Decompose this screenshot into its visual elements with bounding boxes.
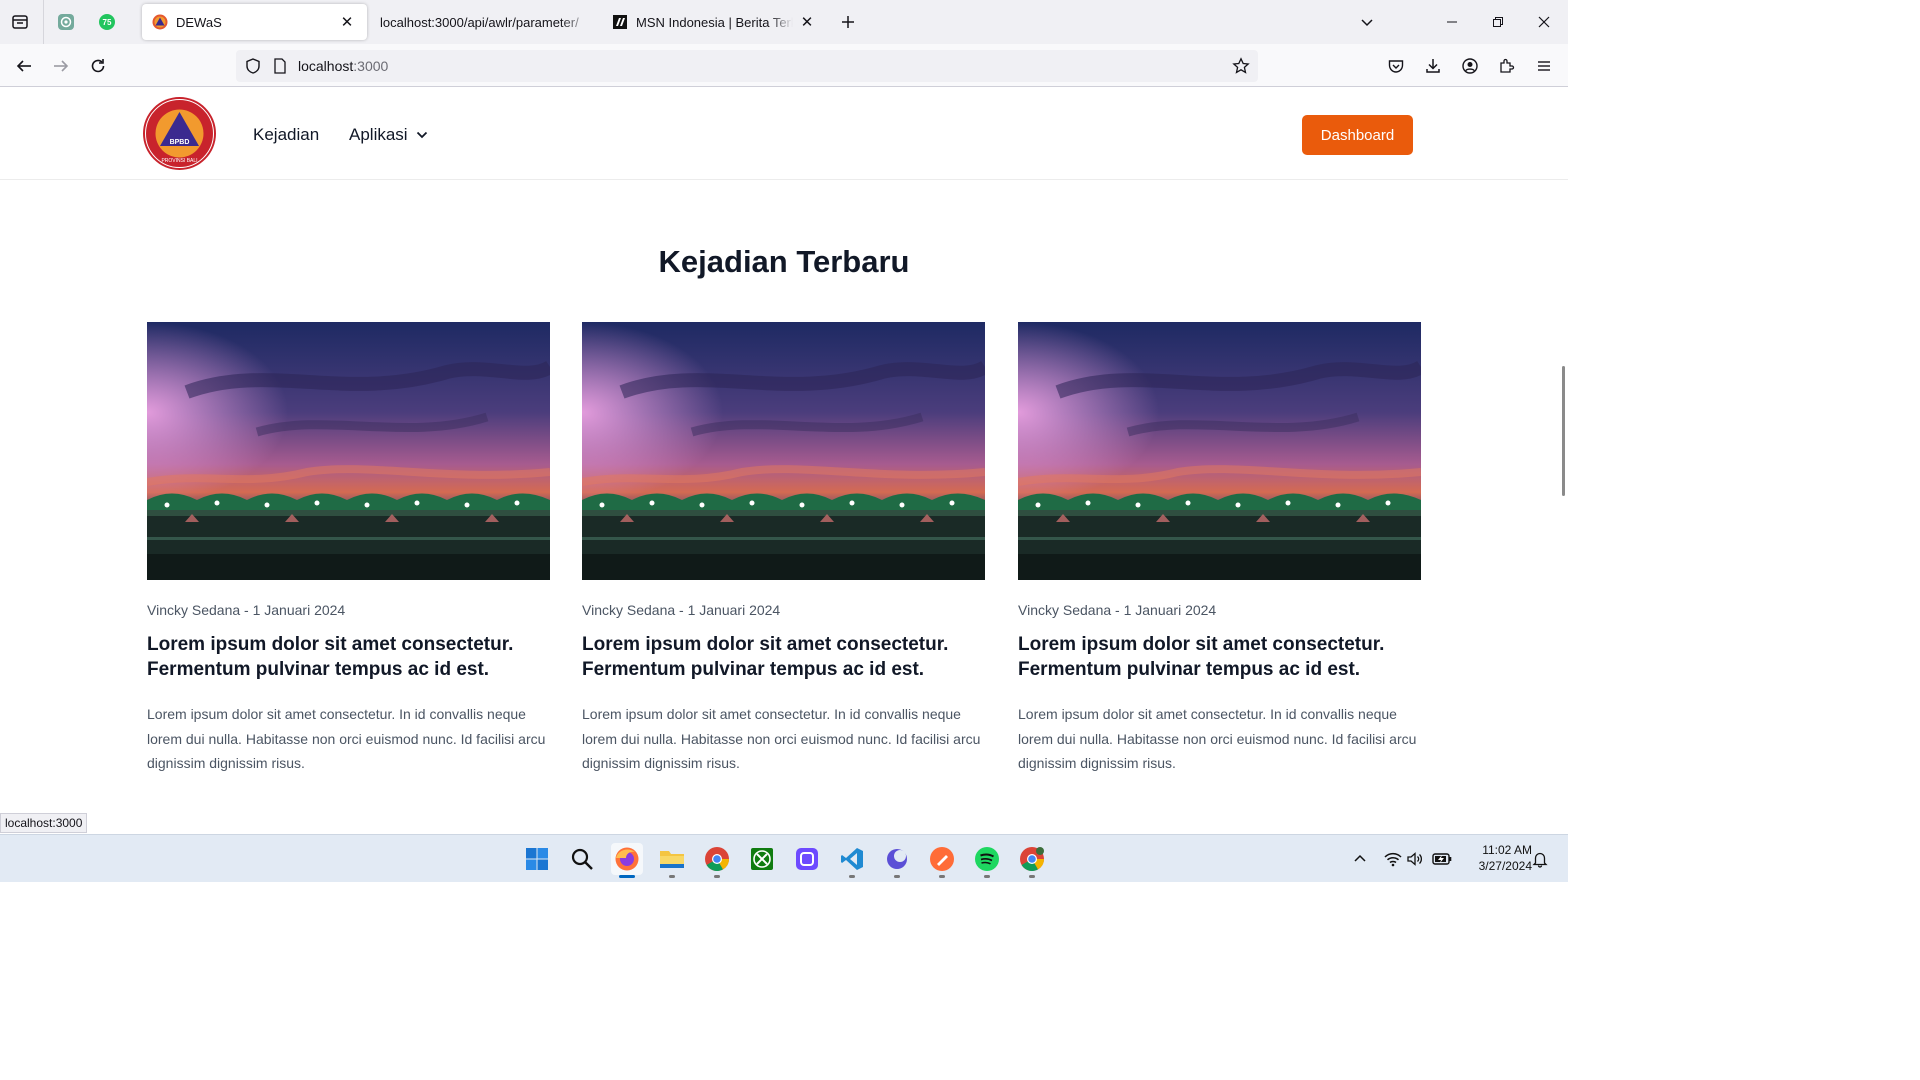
close-tab-icon[interactable]: ✕ (337, 12, 357, 32)
url-port: :3000 (353, 58, 389, 74)
menu-icon[interactable] (1530, 52, 1558, 80)
list-all-tabs-icon[interactable] (1351, 6, 1383, 38)
bpbd-favicon-icon (152, 14, 168, 30)
downloads-icon[interactable] (1419, 52, 1447, 80)
nav-aplikasi-label: Aplikasi (349, 125, 408, 144)
firefox-icon[interactable] (611, 843, 643, 878)
file-explorer-icon[interactable] (656, 843, 688, 878)
running-app-indicator (894, 875, 900, 878)
news-meta: Vincky Sedana - 1 Januari 2024 (1018, 602, 1217, 618)
tab-bar-divider (43, 0, 44, 44)
running-app-indicator (849, 875, 855, 878)
news-excerpt: Lorem ipsum dolor sit amet consectetur. … (1018, 706, 1417, 771)
tab-title: localhost:3000/api/awlr/parameter/ (380, 14, 579, 30)
system-clock[interactable]: 11:02 AM 3/27/2024 (1462, 842, 1532, 874)
pocket-icon[interactable] (1382, 52, 1410, 80)
tab-overview-icon[interactable] (8, 10, 32, 34)
pinned-tab-badge-icon[interactable]: 75 (95, 10, 119, 34)
browser-nav-bar: localhost:3000 (0, 44, 1568, 87)
tab-title: MSN Indonesia | Berita Terkini I (636, 14, 793, 30)
chrome-icon[interactable] (701, 843, 733, 878)
vscode-icon[interactable] (836, 843, 868, 878)
news-thumbnail-image[interactable] (147, 322, 550, 580)
new-tab-icon[interactable] (836, 10, 860, 34)
show-hidden-icons-chevron-icon[interactable] (1350, 849, 1370, 869)
tracking-protection-shield-icon[interactable] (244, 57, 262, 80)
browser-tab-bar: 75 DEWaS ✕ localhost:3000/api/awlr/param… (0, 0, 1568, 44)
news-card[interactable]: Vincky Sedana - 1 Januari 2024 Lorem ips… (582, 322, 985, 776)
url-host: localhost (298, 58, 354, 74)
address-bar[interactable]: localhost:3000 (236, 50, 1258, 82)
logo-bpbd-text: BPBD (170, 139, 190, 146)
chevron-down-icon (416, 131, 427, 139)
page-scrollbar-thumb[interactable] (1562, 366, 1565, 496)
account-icon[interactable] (1456, 52, 1484, 80)
running-app-indicator (669, 875, 675, 878)
nav-aplikasi-dropdown[interactable]: Aplikasi (349, 125, 428, 145)
nav-kejadian-link[interactable]: Kejadian (253, 125, 319, 145)
news-headline[interactable]: Lorem ipsum dolor sit amet consectetur. … (147, 632, 550, 682)
wifi-icon[interactable] (1383, 849, 1403, 869)
back-icon[interactable] (10, 52, 38, 80)
tab-dewas[interactable]: DEWaS ✕ (142, 4, 367, 40)
bpbd-logo[interactable]: BPBD PROVINSI BALI (142, 96, 217, 171)
notifications-bell-icon[interactable] (1530, 849, 1550, 869)
dashboard-button[interactable]: Dashboard (1302, 115, 1413, 155)
section-title: Kejadian Terbaru (658, 244, 910, 279)
spotify-icon[interactable] (971, 843, 1003, 878)
status-bar-url: localhost:3000 (0, 813, 88, 833)
news-meta: Vincky Sedana - 1 Januari 2024 (147, 602, 346, 618)
search-icon[interactable] (566, 843, 598, 875)
logo-province-text: PROVINSI BALI (161, 158, 197, 164)
pinned-badge-text: 75 (103, 18, 112, 27)
postman-icon[interactable] (926, 843, 958, 878)
start-icon[interactable] (521, 843, 553, 875)
news-excerpt: Lorem ipsum dolor sit amet consectetur. … (582, 706, 981, 771)
bookmark-star-icon[interactable] (1232, 57, 1250, 80)
volume-icon[interactable] (1405, 849, 1425, 869)
extensions-icon[interactable] (1493, 52, 1521, 80)
xbox-icon[interactable] (746, 843, 778, 875)
active-app-indicator (619, 875, 635, 878)
news-headline[interactable]: Lorem ipsum dolor sit amet consectetur. … (582, 632, 985, 682)
clock-time: 11:02 AM (1482, 843, 1532, 857)
app-icon[interactable] (881, 843, 913, 878)
news-excerpt: Lorem ipsum dolor sit amet consectetur. … (147, 706, 546, 771)
chatgpt-pinned-tab-icon[interactable] (54, 10, 78, 34)
close-tab-icon[interactable]: ✕ (797, 12, 817, 32)
running-app-indicator (714, 875, 720, 878)
news-card[interactable]: Vincky Sedana - 1 Januari 2024 Lorem ips… (1018, 322, 1421, 776)
restore-icon[interactable] (1482, 6, 1514, 38)
news-card[interactable]: Vincky Sedana - 1 Januari 2024 Lorem ips… (147, 322, 550, 776)
msn-favicon-icon (612, 14, 628, 30)
tab-msn[interactable]: MSN Indonesia | Berita Terkini I ✕ (602, 4, 827, 40)
tab-api-awlr[interactable]: localhost:3000/api/awlr/parameter/ (370, 4, 602, 40)
news-thumbnail-image[interactable] (582, 322, 985, 580)
chrome-profile-icon[interactable] (1016, 843, 1048, 878)
news-headline[interactable]: Lorem ipsum dolor sit amet consectetur. … (1018, 632, 1421, 682)
tab-title: DEWaS (176, 14, 222, 30)
proton-vpn-icon[interactable] (791, 843, 823, 875)
news-meta: Vincky Sedana - 1 Januari 2024 (582, 602, 781, 618)
reload-icon[interactable] (84, 52, 112, 80)
page-info-icon[interactable] (272, 57, 288, 80)
windows-taskbar: 11:02 AM 3/27/2024 (0, 834, 1568, 882)
minimize-icon[interactable] (1436, 6, 1468, 38)
running-app-indicator (1029, 875, 1035, 878)
url-text: localhost:3000 (298, 58, 388, 74)
clock-date: 3/27/2024 (1478, 859, 1532, 873)
site-header: BPBD PROVINSI BALI Kejadian Aplikasi Das… (0, 88, 1568, 180)
battery-charging-icon[interactable] (1432, 849, 1452, 869)
close-window-icon[interactable] (1528, 6, 1560, 38)
news-thumbnail-image[interactable] (1018, 322, 1421, 580)
forward-icon[interactable] (47, 52, 75, 80)
running-app-indicator (984, 875, 990, 878)
running-app-indicator (939, 875, 945, 878)
